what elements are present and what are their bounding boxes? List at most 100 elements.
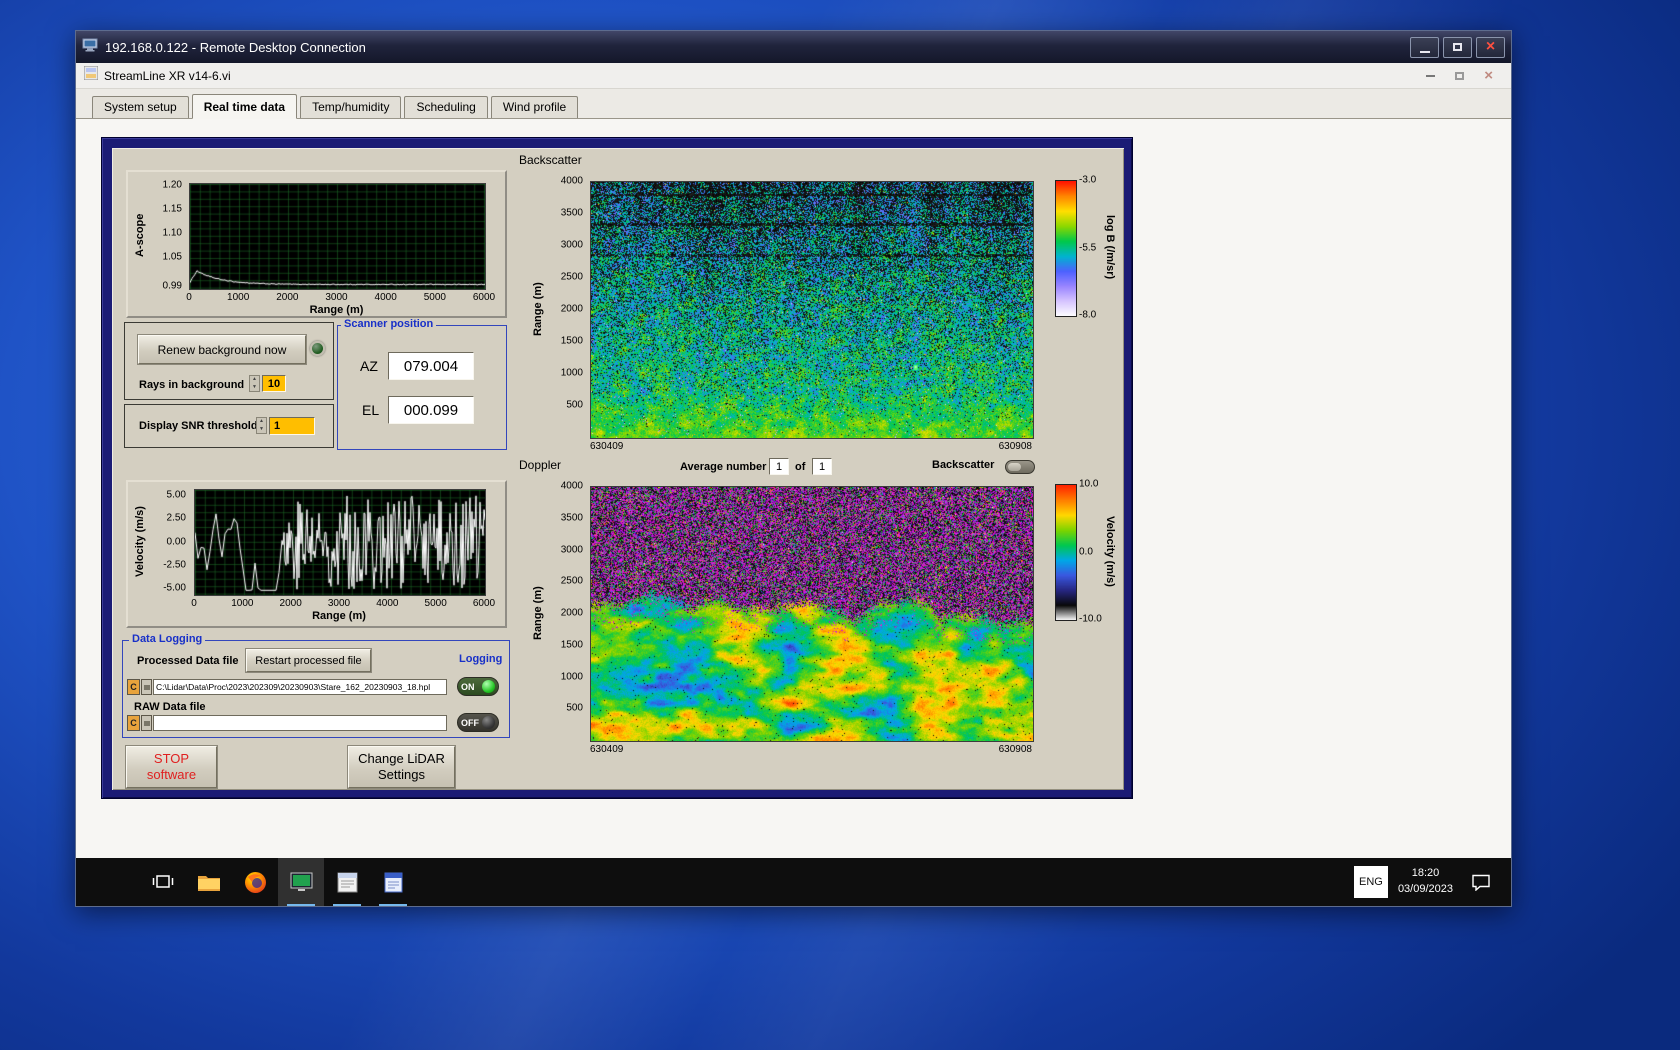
processed-path-drive-icon[interactable]: C: [127, 679, 140, 695]
logging-off-toggle[interactable]: OFF: [457, 713, 499, 732]
backscatter-y-axis-label: Range (m): [532, 282, 544, 336]
tick-label: -10.0: [1079, 613, 1102, 625]
average-number-field[interactable]: 1: [769, 458, 789, 475]
spinner-down-icon[interactable]: ▼: [250, 384, 259, 392]
tick-label: 1500: [560, 335, 583, 347]
rdp-computer-icon: [82, 38, 98, 57]
raw-path-drive-icon[interactable]: C: [127, 715, 140, 731]
app-close-icon[interactable]: ×: [1484, 68, 1493, 83]
clock-date: 03/09/2023: [1397, 883, 1453, 895]
tick-label: 0: [186, 292, 192, 303]
doppler-title: Doppler: [519, 458, 562, 472]
tab-temp-humidity[interactable]: Temp/humidity: [300, 96, 402, 118]
action-center-icon[interactable]: [1463, 873, 1499, 891]
snr-spinner[interactable]: ▲ ▼: [256, 417, 267, 434]
tick-label: 3000: [560, 544, 583, 555]
firefox-icon[interactable]: [232, 858, 278, 906]
rdp-close-button[interactable]: ×: [1476, 36, 1505, 58]
stop-button-line1: STOP: [153, 750, 190, 766]
snr-group: Display SNR threshold ▲ ▼ 1: [124, 404, 334, 448]
velocity-graph-box: Velocity (m/s) 5.00 2.50 0.00 -2.50 -5.00 0 1…: [126, 480, 507, 628]
tick-label: 3500: [560, 207, 583, 219]
velocity-x-ticks: 0 1000 2000 3000 4000 5000 6000: [191, 598, 495, 610]
tick-label: 6000: [472, 598, 496, 609]
velocity-plot: [194, 489, 486, 596]
renew-background-button[interactable]: Renew background now: [138, 335, 306, 364]
tick-label: 0.0: [1079, 546, 1093, 557]
tick-label: 1500: [560, 639, 583, 651]
raw-path-field[interactable]: [153, 715, 447, 731]
rdp-titlebar[interactable]: 192.168.0.122 - Remote Desktop Connectio…: [76, 31, 1511, 63]
notes-taskbar-icon[interactable]: [370, 858, 416, 906]
average-of-label: of: [795, 461, 806, 473]
processed-path-browse-icon[interactable]: [141, 679, 152, 695]
scan-scheduler-taskbar-icon[interactable]: [324, 858, 370, 906]
logging-on-toggle[interactable]: ON: [457, 677, 499, 696]
tick-label: 2000: [279, 598, 302, 609]
restart-processed-file-button[interactable]: Restart processed file: [246, 649, 371, 672]
average-total-field[interactable]: 1: [812, 458, 832, 475]
doppler-colorbar-label: Velocity (m/s): [1104, 516, 1116, 587]
taskbar-clock[interactable]: 18:20 03/09/2023: [1398, 866, 1453, 898]
tick-label: 3500: [560, 512, 583, 524]
tick-label: 500: [566, 702, 583, 714]
rays-value-field[interactable]: 10: [262, 375, 286, 392]
rdp-window-title: 192.168.0.122 - Remote Desktop Connectio…: [105, 39, 366, 55]
processed-path-field[interactable]: C:\Lidar\Data\Proc\2023\202309\20230903\…: [153, 679, 447, 695]
app-body: A-scope 1.20 1.15 1.10 1.05 0.99 0 1000 2000 30…: [76, 119, 1511, 858]
desktop: 192.168.0.122 - Remote Desktop Connectio…: [0, 0, 1680, 1050]
tick-label: 2500: [560, 271, 583, 283]
backscatter-colorbar-label: log B (/m/sr): [1104, 215, 1116, 280]
tick-label: 1.20: [162, 179, 182, 191]
data-logging-group: Data Logging Processed Data file Restart…: [122, 633, 510, 738]
vi-icon: [83, 65, 99, 85]
az-value-field[interactable]: 079.004: [388, 352, 474, 380]
stop-software-button[interactable]: STOP software: [126, 746, 217, 788]
snr-value-field[interactable]: 1: [269, 417, 315, 435]
backscatter-heatmap: [590, 181, 1034, 439]
toggle-off-label: OFF: [461, 717, 479, 728]
background-led[interactable]: [310, 341, 325, 356]
language-indicator[interactable]: ENG: [1353, 866, 1388, 898]
rays-in-background-label: Rays in background: [139, 379, 245, 391]
change-button-line1: Change LiDAR: [358, 750, 445, 766]
ascope-y-ticks: 1.20 1.15 1.10 1.05 0.99: [147, 179, 185, 291]
ascope-graph-box: A-scope 1.20 1.15 1.10 1.05 0.99 0 1000 2000 30…: [126, 170, 507, 318]
tick-label: 0: [191, 598, 197, 609]
tick-label: 1000: [231, 598, 254, 609]
tab-real-time-data[interactable]: Real time data: [191, 94, 298, 119]
toggle-on-label: ON: [461, 681, 475, 692]
rdp-window: 192.168.0.122 - Remote Desktop Connectio…: [75, 30, 1512, 907]
rdp-maximize-button[interactable]: [1443, 36, 1472, 58]
spinner-up-icon[interactable]: ▲: [257, 418, 266, 426]
backscatter-colorbar: [1055, 180, 1077, 317]
streamline-taskbar-icon[interactable]: [278, 858, 324, 906]
data-logging-title: Data Logging: [129, 633, 206, 645]
tick-label: -5.5: [1079, 242, 1097, 253]
tab-system-setup[interactable]: System setup: [92, 96, 189, 118]
change-lidar-settings-button[interactable]: Change LiDAR Settings: [348, 746, 455, 788]
spinner-up-icon[interactable]: ▲: [250, 376, 259, 384]
tab-scheduling[interactable]: Scheduling: [404, 96, 488, 118]
backscatter-display-toggle[interactable]: [1005, 460, 1035, 474]
raw-path-browse-icon[interactable]: [141, 715, 152, 731]
spinner-down-icon[interactable]: ▼: [257, 426, 266, 434]
file-explorer-icon[interactable]: [186, 858, 232, 906]
ascope-x-axis-label: Range (m): [309, 304, 364, 316]
backscatter-y-ticks: 4000 3500 3000 2500 2000 1500 1000 500: [544, 176, 586, 437]
app-minimize-icon[interactable]: [1426, 74, 1436, 77]
app-titlebar[interactable]: StreamLine XR v14-6.vi ×: [76, 63, 1511, 89]
tab-wind-profile[interactable]: Wind profile: [490, 96, 579, 118]
tick-label: 5.00: [166, 489, 186, 501]
tick-label: 500: [566, 399, 583, 411]
backscatter-x-start: 630409: [590, 441, 624, 452]
rays-spinner[interactable]: ▲ ▼: [249, 375, 260, 392]
el-value-field[interactable]: 000.099: [388, 396, 474, 424]
task-view-icon[interactable]: [140, 858, 186, 906]
app-restore-icon[interactable]: [1455, 71, 1465, 80]
tick-label: -8.0: [1079, 309, 1097, 321]
ascope-y-axis-label: A-scope: [134, 213, 146, 258]
rdp-minimize-button[interactable]: [1410, 36, 1439, 58]
tab-bar: System setup Real time data Temp/humidit…: [76, 89, 1511, 119]
tick-label: 3000: [327, 598, 351, 609]
